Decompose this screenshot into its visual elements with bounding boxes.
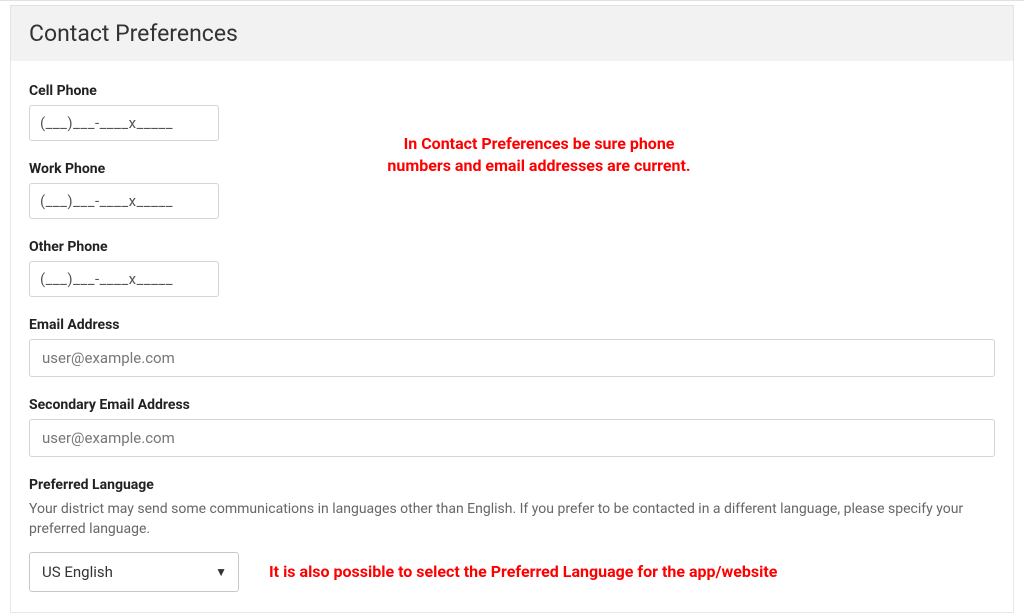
other-phone-input[interactable]	[29, 261, 219, 297]
secondary-email-field-block: Secondary Email Address	[29, 397, 995, 457]
other-phone-field-block: Other Phone	[29, 239, 995, 297]
cell-phone-input[interactable]	[29, 105, 219, 141]
language-select-row: US English ▼ It is also possible to sele…	[29, 552, 995, 592]
annotation-language: It is also possible to select the Prefer…	[269, 562, 777, 581]
email-input[interactable]	[29, 339, 995, 377]
preferred-language-label: Preferred Language	[29, 477, 995, 493]
other-phone-label: Other Phone	[29, 239, 995, 255]
secondary-email-input[interactable]	[29, 419, 995, 457]
page-title: Contact Preferences	[29, 20, 995, 47]
language-select-wrap: US English ▼	[29, 552, 239, 592]
preferred-language-field-block: Preferred Language Your district may sen…	[29, 477, 995, 592]
annotation-phone-email: In Contact Preferences be sure phone num…	[379, 133, 699, 176]
email-field-block: Email Address	[29, 317, 995, 377]
preferred-language-select[interactable]: US English	[29, 552, 239, 592]
cell-phone-label: Cell Phone	[29, 83, 995, 99]
preferred-language-help: Your district may send some communicatio…	[29, 499, 995, 540]
email-label: Email Address	[29, 317, 995, 333]
section-header: Contact Preferences	[10, 5, 1014, 61]
work-phone-input[interactable]	[29, 183, 219, 219]
secondary-email-label: Secondary Email Address	[29, 397, 995, 413]
phone-fields-group: Cell Phone Work Phone Other Phone In Con…	[29, 83, 995, 297]
preferences-form: Cell Phone Work Phone Other Phone In Con…	[10, 61, 1014, 613]
